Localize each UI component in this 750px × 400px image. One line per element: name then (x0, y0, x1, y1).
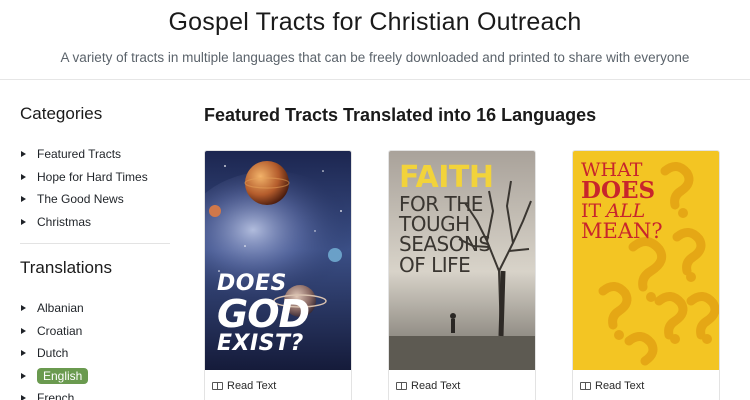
read-text-link[interactable]: Read Text (396, 380, 460, 392)
caret-right-icon (21, 173, 26, 180)
cover-line: FAITH (399, 160, 494, 195)
tract-card-what-does-it-all-mean[interactable]: WHAT DOES IT ALL MEAN? Read Text (572, 150, 720, 400)
caret-right-icon (21, 218, 26, 225)
read-text-link[interactable]: Read Text (580, 380, 644, 392)
read-text-label: Read Text (227, 380, 277, 392)
cover-line: EXIST? (217, 331, 304, 356)
category-label: Hope for Hard Times (37, 169, 148, 184)
category-item-featured-tracts[interactable]: Featured Tracts (20, 143, 170, 166)
cover-line: OF LIFE (399, 252, 471, 277)
translation-item-english[interactable]: English (20, 365, 170, 388)
category-label: Christmas (37, 214, 92, 229)
categories-list: Featured Tracts Hope for Hard Times The … (20, 143, 170, 233)
translation-item-albanian[interactable]: Albanian (20, 297, 170, 320)
cover-line: SEASONS (399, 232, 491, 257)
category-item-hope-for-hard-times[interactable]: Hope for Hard Times (20, 166, 170, 189)
book-open-icon (580, 382, 591, 390)
caret-right-icon (21, 395, 26, 400)
category-item-the-good-news[interactable]: The Good News (20, 188, 170, 211)
translation-label: Albanian (37, 301, 84, 315)
cover-title: WHAT DOES IT ALL MEAN? (581, 161, 663, 241)
category-label: The Good News (37, 192, 124, 206)
cover-title: DOES GOD EXIST? (217, 273, 310, 356)
page-title: Gospel Tracts for Christian Outreach (168, 8, 582, 36)
read-text-link[interactable]: Read Text (212, 380, 276, 392)
caret-right-icon (21, 350, 26, 356)
tract-card-faith-tough-seasons[interactable]: FAITH FOR THE TOUGH SEASONS OF LIFE Read… (388, 150, 536, 400)
translation-item-french[interactable]: French (20, 387, 170, 400)
cover-line: FOR THE (399, 191, 483, 216)
tract-card-does-god-exist[interactable]: DOES GOD EXIST? Read Text (204, 150, 352, 400)
caret-right-icon (21, 372, 26, 379)
book-open-icon (396, 382, 407, 390)
translation-item-dutch[interactable]: Dutch (20, 342, 170, 365)
read-text-label: Read Text (595, 380, 645, 392)
translations-list: Albanian Croatian Dutch English French (20, 297, 170, 400)
translation-label: Croatian (37, 323, 83, 338)
cover-line: DOES (581, 176, 656, 204)
cover-line-group: IT ALL (581, 202, 663, 221)
category-item-christmas[interactable]: Christmas (20, 211, 170, 234)
tract-cover-image[interactable]: DOES GOD EXIST? (205, 151, 351, 370)
cover-line: MEAN? (581, 218, 663, 243)
caret-right-icon (21, 151, 26, 157)
caret-right-icon (21, 196, 26, 202)
tract-cover-image[interactable]: FAITH FOR THE TOUGH SEASONS OF LIFE (389, 151, 535, 370)
translations-heading: Translations (20, 258, 112, 277)
translation-label: French (37, 391, 75, 400)
read-text-label: Read Text (411, 380, 461, 392)
category-label: Featured Tracts (37, 147, 122, 161)
cover-line: TOUGH (399, 211, 470, 236)
caret-right-icon (21, 305, 26, 311)
caret-right-icon (21, 327, 26, 334)
section-heading: Featured Tracts Translated into 16 Langu… (204, 105, 597, 125)
book-open-icon (212, 382, 223, 390)
translation-label-active: English (37, 367, 89, 384)
translation-label: Dutch (37, 346, 69, 360)
page-subtitle: A variety of tracts in multiple language… (60, 50, 690, 65)
site-header: Gospel Tracts for Christian Outreach A v… (0, 0, 750, 80)
translation-item-croatian[interactable]: Croatian (20, 320, 170, 343)
sidebar-divider (20, 243, 170, 244)
categories-heading: Categories (20, 104, 103, 123)
cover-line: GOD (217, 292, 310, 336)
tract-cover-image[interactable]: WHAT DOES IT ALL MEAN? (573, 151, 719, 370)
cover-title: FAITH FOR THE TOUGH SEASONS OF LIFE (399, 160, 494, 277)
